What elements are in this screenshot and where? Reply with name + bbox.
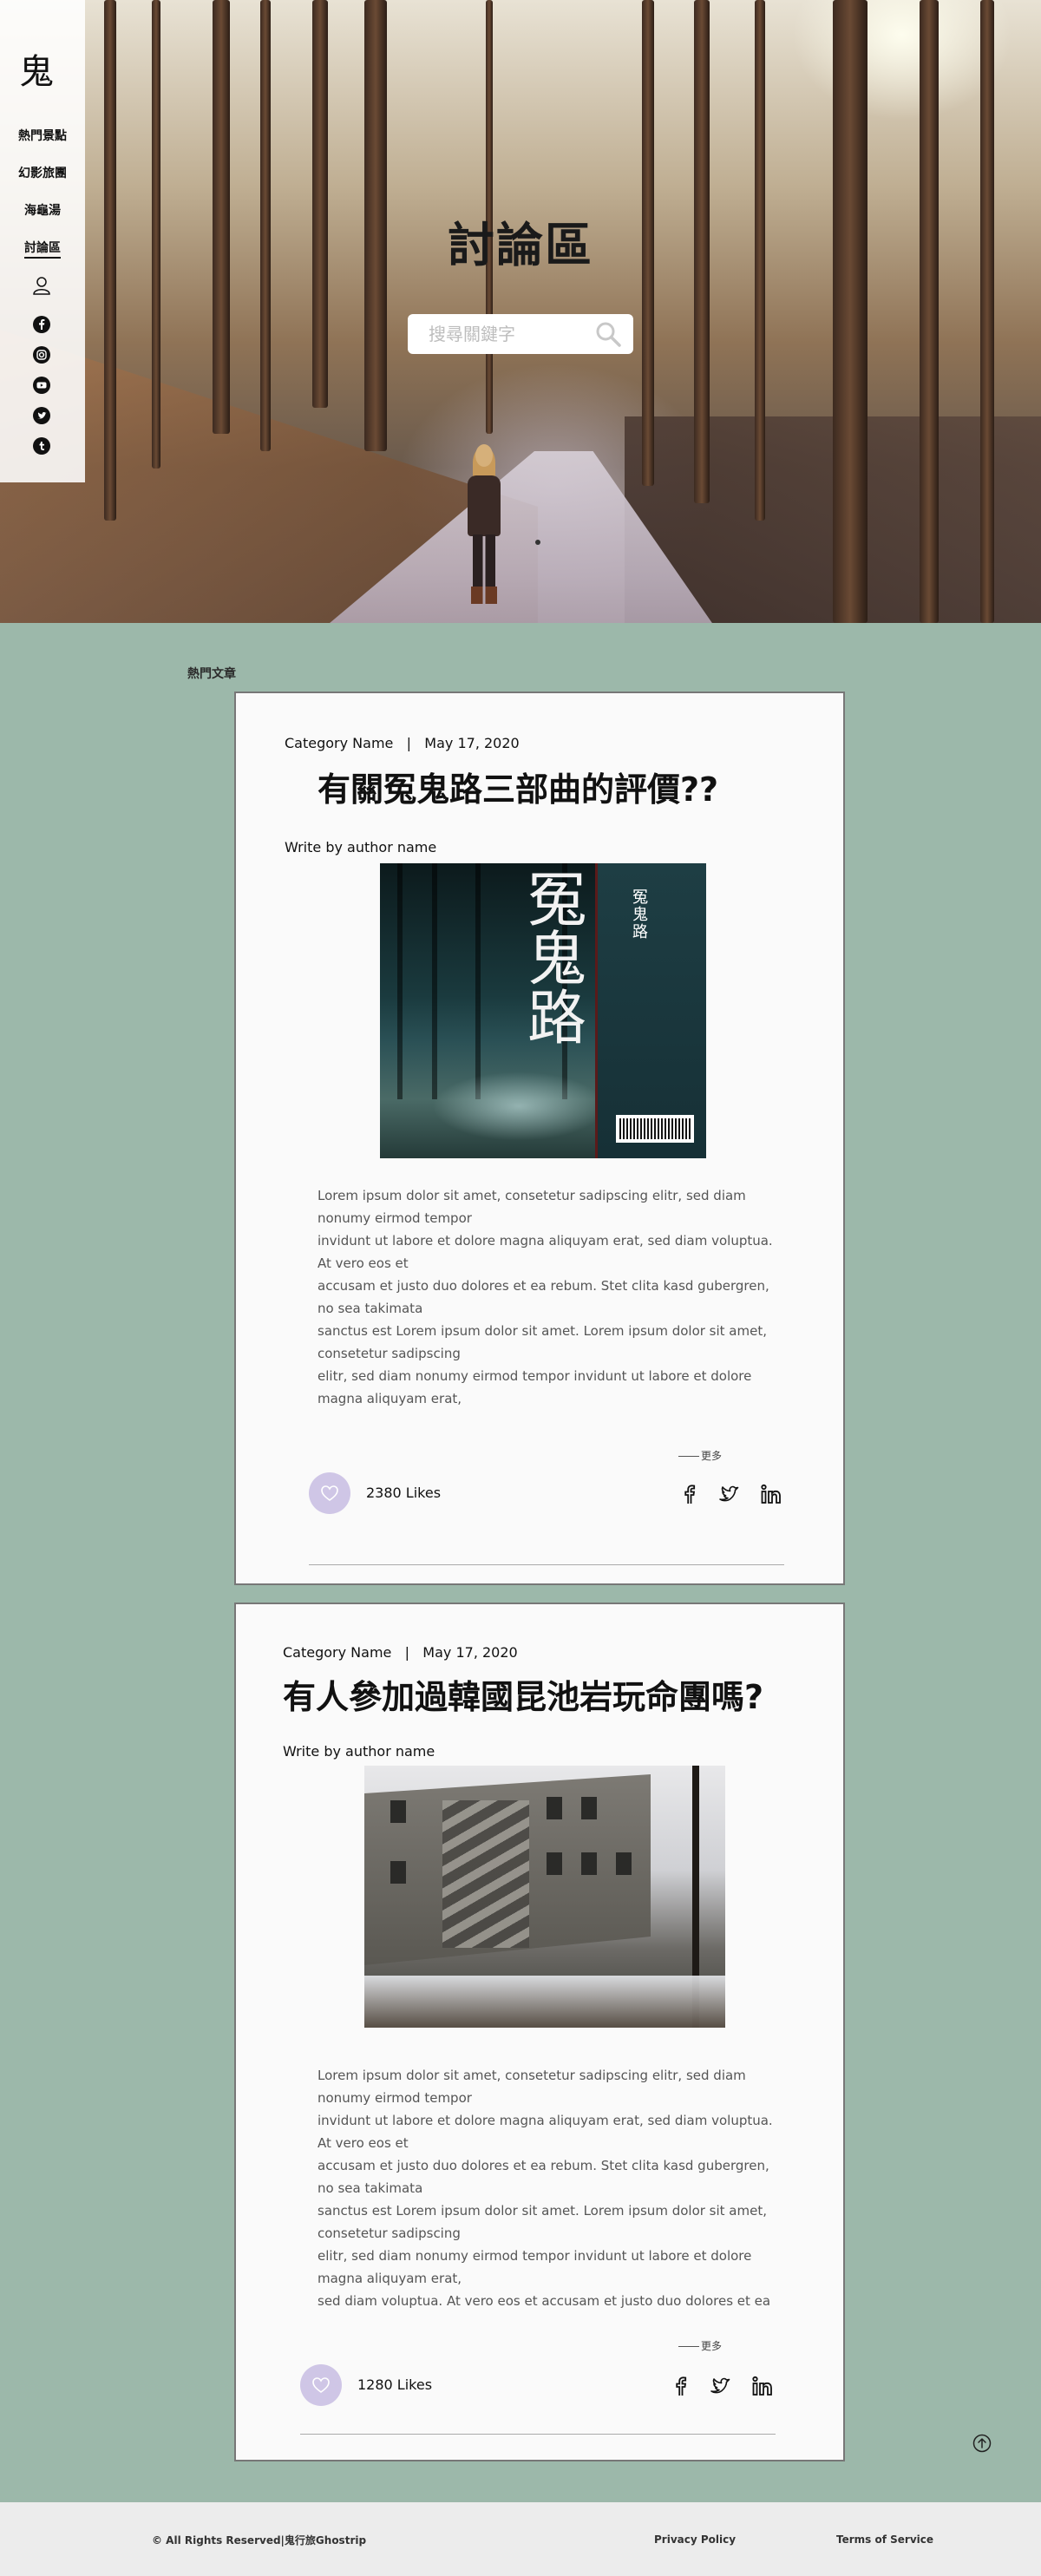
like-count: 2380 Likes [366, 1485, 442, 1501]
post-date: May 17, 2020 [422, 1644, 518, 1661]
linkedin-share-icon[interactable] [760, 1483, 782, 1505]
post-meta: Category Name | May 17, 2020 [283, 1644, 518, 1661]
meta-separator: | [406, 735, 412, 751]
twitter-icon[interactable] [33, 407, 50, 424]
site-logo[interactable]: 鬼 [19, 43, 54, 94]
card-divider [300, 2434, 776, 2435]
twitter-share-icon[interactable] [718, 1483, 741, 1505]
post-card: Category Name | May 17, 2020 有關冤鬼路三部曲的評價… [234, 692, 845, 1585]
book-cover: 冤鬼路 冤鬼路 [380, 863, 706, 1158]
page-title: 討論區 [448, 217, 593, 272]
heart-icon [321, 1485, 338, 1501]
footer: © All Rights Reserved|鬼行旅Ghostrip Privac… [0, 2502, 1041, 2576]
linkedin-share-icon[interactable] [751, 2375, 774, 2397]
nav-item-turtle-soup[interactable]: 海龜湯 [0, 201, 85, 219]
hero-banner: 討論區 [0, 0, 1041, 623]
section-label: 熱門文章 [187, 667, 236, 681]
search-icon[interactable] [595, 321, 621, 347]
like-button[interactable] [309, 1472, 350, 1514]
search-bar[interactable] [408, 314, 633, 354]
barcode [616, 1115, 694, 1143]
facebook-icon[interactable] [33, 316, 50, 333]
instagram-icon[interactable] [33, 346, 50, 364]
post-author[interactable]: Write by author name [285, 839, 436, 855]
copyright-text: © All Rights Reserved|鬼行旅Ghostrip [152, 2534, 367, 2547]
facebook-share-icon[interactable] [678, 1483, 701, 1505]
post-category[interactable]: Category Name [283, 1644, 391, 1661]
hero-tree [833, 0, 868, 623]
post-title[interactable]: 有關冤鬼路三部曲的評價?? [318, 763, 718, 810]
twitter-share-icon[interactable] [710, 2375, 732, 2397]
book-spine-title: 冤鬼路 [632, 888, 648, 941]
read-more-link[interactable]: 更多 [678, 2338, 722, 2353]
search-input[interactable] [408, 314, 590, 354]
hero-tree [312, 0, 328, 408]
read-more-link[interactable]: 更多 [678, 1448, 722, 1463]
post-excerpt: Lorem ipsum dolor sit amet, consetetur s… [318, 2068, 773, 2309]
book-cover-title: 冤鬼路 [527, 867, 587, 1053]
post-excerpt: Lorem ipsum dolor sit amet, consetetur s… [318, 1188, 773, 1406]
back-to-top-icon[interactable] [972, 2434, 992, 2453]
card-divider [309, 1564, 784, 1565]
post-meta: Category Name | May 17, 2020 [285, 735, 520, 751]
tumblr-icon[interactable] [33, 437, 50, 455]
post-date: May 17, 2020 [424, 735, 520, 751]
hero-tree [920, 0, 939, 623]
facebook-share-icon[interactable] [670, 2375, 692, 2397]
meta-separator: | [404, 1644, 410, 1661]
post-title[interactable]: 有人參加過韓國昆池岩玩命團嗎? [283, 1670, 763, 1718]
post-image-book-cover[interactable]: 冤鬼路 冤鬼路 [380, 863, 706, 1158]
book-spine: 冤鬼路 [595, 863, 706, 1158]
abandoned-building [364, 1766, 725, 2028]
nav-item-forum[interactable]: 討論區 [0, 239, 85, 259]
hero-tree [980, 0, 994, 623]
youtube-icon[interactable] [33, 377, 50, 394]
hero-person [464, 444, 504, 604]
terms-of-service-link[interactable]: Terms of Service [836, 2533, 933, 2546]
heart-icon [312, 2377, 330, 2393]
user-icon[interactable] [32, 276, 51, 295]
nav-item-hot-spots[interactable]: 熱門景點 [0, 127, 85, 144]
like-count: 1280 Likes [357, 2376, 433, 2393]
privacy-policy-link[interactable]: Privacy Policy [654, 2533, 736, 2546]
nav-item-phantom-tour[interactable]: 幻影旅團 [0, 164, 85, 181]
like-button[interactable] [300, 2364, 342, 2406]
carousel-dot[interactable] [535, 540, 540, 545]
post-image-abandoned-building[interactable] [364, 1766, 725, 2028]
sidebar: 鬼 熱門景點 幻影旅團 海龜湯 討論區 [0, 0, 85, 482]
post-author[interactable]: Write by author name [283, 1743, 435, 1760]
post-card: Category Name | May 17, 2020 有人參加過韓國昆池岩玩… [234, 1603, 845, 2461]
post-category[interactable]: Category Name [285, 735, 393, 751]
